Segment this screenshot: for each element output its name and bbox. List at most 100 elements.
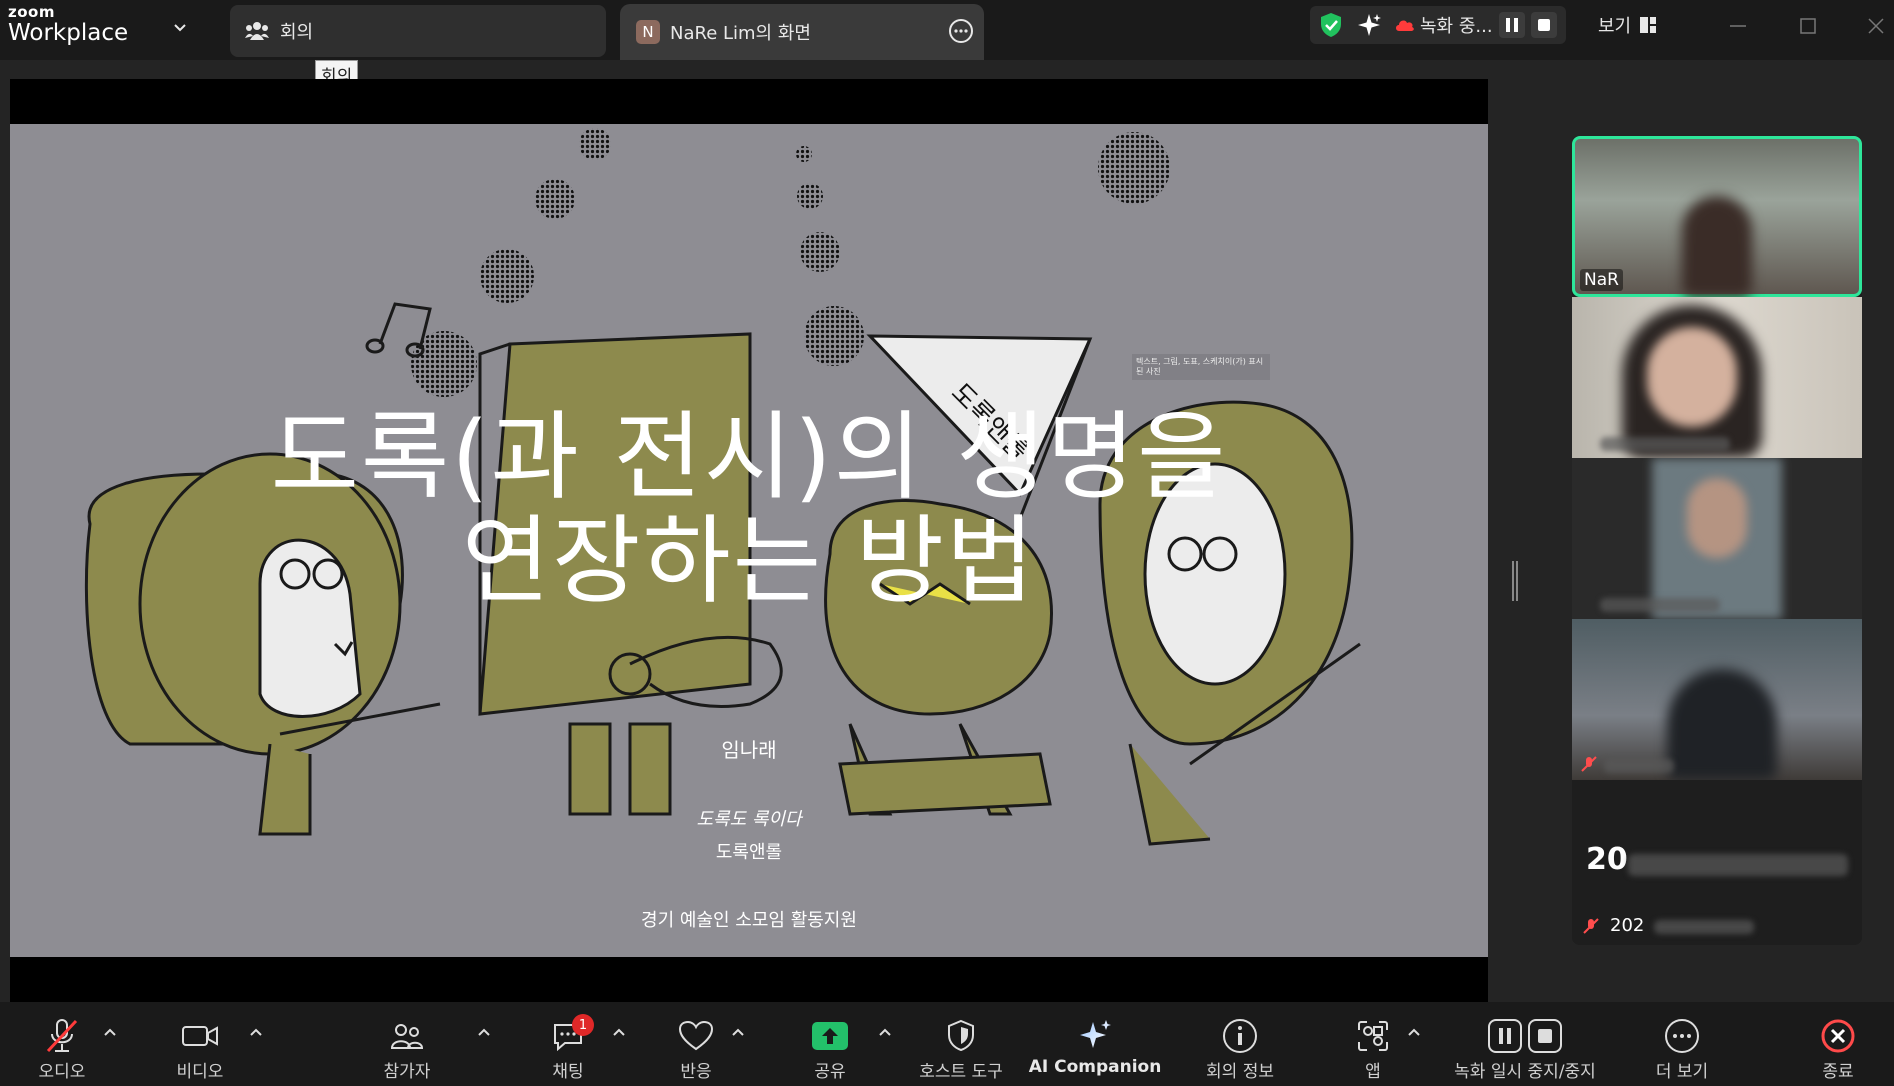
blurred-name <box>1600 598 1720 612</box>
slide-title: 도록(과 전시)의 생명을 연장하는 방법 <box>10 405 1488 613</box>
presentation-slide: 도록앤롤 도록(과 전시)의 생명을 연장하는 방법 텍스트, 그림, 도표, … <box>10 124 1488 957</box>
cloud-recording-icon <box>1396 20 1414 31</box>
slide-group-name: 도록앤롤 <box>715 842 783 863</box>
recording-status-label: 녹화 중... <box>1420 16 1493 37</box>
blurred-name <box>1654 920 1754 934</box>
panel-splitter-handle[interactable] <box>1512 561 1518 601</box>
muted-mic-icon <box>1583 918 1599 934</box>
pause-recording-button[interactable] <box>1498 12 1525 38</box>
image-alt-caption: 텍스트, 그림, 도표, 스케치이(가) 표시된 사진 <box>1132 354 1270 380</box>
video-tile-4[interactable] <box>1572 619 1862 780</box>
participants-icon <box>387 1016 427 1056</box>
participant-face-blur <box>1647 327 1737 427</box>
end-meeting-button[interactable]: 종료 <box>1798 1002 1878 1086</box>
audio-options-caret-icon[interactable] <box>102 1024 118 1040</box>
ai-companion-button[interactable]: AI Companion <box>1028 1002 1162 1086</box>
view-label: 보기 <box>1598 16 1632 37</box>
close-icon[interactable] <box>1864 14 1888 38</box>
apps-icon <box>1353 1016 1393 1056</box>
end-x-icon <box>1818 1016 1858 1056</box>
ai-companion-sparkle-icon <box>1075 1016 1115 1056</box>
slide-sponsor: 경기 예술인 소모임 활동지원 <box>641 910 857 931</box>
share-label: 공유 <box>814 1062 846 1082</box>
music-note <box>365 302 432 358</box>
logo-workplace-text: Workplace <box>8 20 129 46</box>
more-dots-icon <box>1662 1016 1702 1056</box>
encryption-shield-icon[interactable] <box>1318 11 1344 39</box>
react-button[interactable]: 반응 <box>656 1002 736 1086</box>
logo-zoom-text: zoom <box>8 3 55 21</box>
title-bar: zoom Workplace 회의 N NaRe Lim의 화면 녹화 중...… <box>0 0 1894 60</box>
heart-icon <box>676 1016 716 1056</box>
video-button[interactable]: 비디오 <box>160 1002 240 1086</box>
video-options-caret-icon[interactable] <box>248 1024 264 1040</box>
more-label: 더 보기 <box>1655 1062 1709 1082</box>
chat-label: 채팅 <box>552 1062 584 1082</box>
record-pause-stop-button[interactable]: 녹화 일시 중지/중지 <box>1440 1002 1610 1086</box>
participant-small-name: 202 <box>1610 915 1645 936</box>
audio-button[interactable]: 오디오 <box>22 1002 102 1086</box>
chat-unread-badge: 1 <box>572 1014 594 1036</box>
record-pause-stop-label: 녹화 일시 중지/중지 <box>1454 1062 1596 1082</box>
slide-subtitle: 도록도 록이다 <box>696 809 802 830</box>
video-tile-2[interactable] <box>1572 297 1862 458</box>
participant-video-blur <box>1682 196 1752 297</box>
chat-options-caret-icon[interactable] <box>611 1024 627 1040</box>
sharer-avatar: N <box>636 20 660 44</box>
host-tools-button[interactable]: 호스트 도구 <box>906 1002 1016 1086</box>
slide-title-line1: 도록(과 전시)의 생명을 <box>270 401 1228 513</box>
meeting-info-label: 회의 정보 <box>1206 1062 1274 1082</box>
more-button[interactable]: 더 보기 <box>1642 1002 1722 1086</box>
ai-companion-sparkle-icon[interactable] <box>1356 12 1382 38</box>
muted-mic-icon <box>1581 756 1597 772</box>
participant-video-blur <box>1667 669 1777 780</box>
video-tile-3[interactable] <box>1572 458 1862 619</box>
end-label: 종료 <box>1822 1062 1854 1082</box>
more-options-icon[interactable] <box>948 18 974 44</box>
blurred-name <box>1604 759 1674 773</box>
grid-view-icon <box>1640 17 1657 33</box>
slide-author: 임나래 <box>721 738 777 762</box>
audio-label: 오디오 <box>38 1062 86 1082</box>
apps-options-caret-icon[interactable] <box>1406 1024 1422 1040</box>
share-options-caret-icon[interactable] <box>877 1024 893 1040</box>
react-options-caret-icon[interactable] <box>730 1024 746 1040</box>
minimize-icon[interactable] <box>1726 14 1750 38</box>
participants-icon <box>244 18 270 44</box>
participants-options-caret-icon[interactable] <box>476 1024 492 1040</box>
stop-recording-button[interactable] <box>1530 12 1557 38</box>
tab-meeting-label: 회의 <box>280 22 314 43</box>
pause-icon <box>1505 18 1518 32</box>
muted-microphone-icon <box>42 1016 82 1056</box>
participant-face-blur <box>1687 478 1747 558</box>
tab-meeting[interactable]: 회의 <box>230 5 606 57</box>
chevron-down-icon[interactable] <box>170 18 190 38</box>
apps-button[interactable]: 앱 <box>1333 1002 1413 1086</box>
video-label: 비디오 <box>176 1062 224 1082</box>
ai-companion-label: AI Companion <box>1028 1057 1162 1077</box>
blurred-name <box>1600 437 1730 451</box>
chat-button[interactable]: 1 채팅 <box>528 1002 608 1086</box>
host-tools-label: 호스트 도구 <box>919 1062 1003 1082</box>
video-camera-icon <box>180 1016 220 1056</box>
participants-button[interactable]: 참가자 <box>362 1002 452 1086</box>
react-label: 반응 <box>680 1062 712 1082</box>
shield-icon <box>941 1016 981 1056</box>
participant-big-name: 20 <box>1586 842 1628 877</box>
participant-name-label: NaR <box>1580 269 1623 291</box>
view-button[interactable]: 보기 <box>1598 12 1657 38</box>
meeting-info-button[interactable]: 회의 정보 <box>1185 1002 1295 1086</box>
blurred-name <box>1628 854 1848 876</box>
video-tile-active-speaker[interactable]: NaR <box>1572 136 1862 297</box>
tab-share-label: NaRe Lim의 화면 <box>670 23 811 44</box>
chat-bubble-icon: 1 <box>548 1014 594 1056</box>
participant-gallery: NaR 20 202 <box>1572 136 1862 945</box>
tab-shared-screen[interactable]: N NaRe Lim의 화면 <box>620 4 984 60</box>
info-icon <box>1220 1016 1260 1056</box>
maximize-icon[interactable] <box>1796 14 1820 38</box>
apps-label: 앱 <box>1365 1062 1381 1082</box>
share-screen-button[interactable]: 공유 <box>790 1002 870 1086</box>
participants-label: 참가자 <box>383 1062 431 1082</box>
meeting-status-group: 녹화 중... <box>1310 6 1566 44</box>
zoom-workplace-logo: zoom Workplace <box>8 5 128 45</box>
